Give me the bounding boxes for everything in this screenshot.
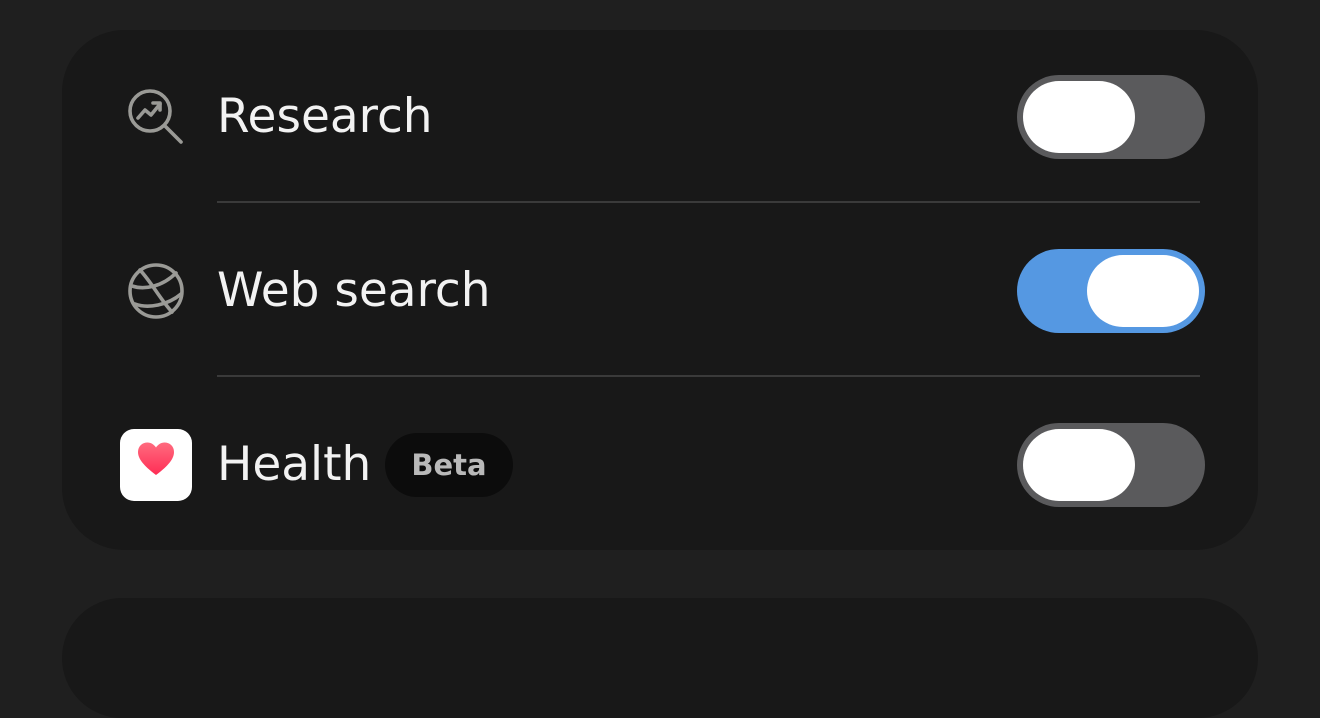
health-app-icon — [120, 429, 192, 501]
settings-card: Research Web search Health Beta — [62, 30, 1258, 550]
divider — [217, 201, 1200, 203]
research-toggle[interactable] — [1017, 75, 1205, 159]
chart-magnifier-icon — [120, 81, 192, 153]
toggle-knob — [1023, 81, 1135, 153]
web-search-toggle[interactable] — [1017, 249, 1205, 333]
setting-label-research: Research — [217, 89, 433, 144]
setting-row-research[interactable]: Research — [62, 30, 1258, 204]
globe-icon — [120, 255, 192, 327]
setting-row-health[interactable]: Health Beta — [62, 378, 1258, 552]
setting-label-web-search: Web search — [217, 263, 491, 318]
setting-label-health: Health Beta — [217, 433, 513, 497]
next-settings-card — [62, 598, 1258, 718]
setting-label-health-text: Health — [217, 437, 372, 492]
health-app-tile — [120, 429, 192, 501]
toggle-knob — [1023, 429, 1135, 501]
health-toggle[interactable] — [1017, 423, 1205, 507]
toggle-knob — [1087, 255, 1199, 327]
beta-badge: Beta — [385, 433, 513, 497]
divider — [217, 375, 1200, 377]
heart-icon — [138, 442, 174, 475]
setting-row-web-search[interactable]: Web search — [62, 204, 1258, 378]
